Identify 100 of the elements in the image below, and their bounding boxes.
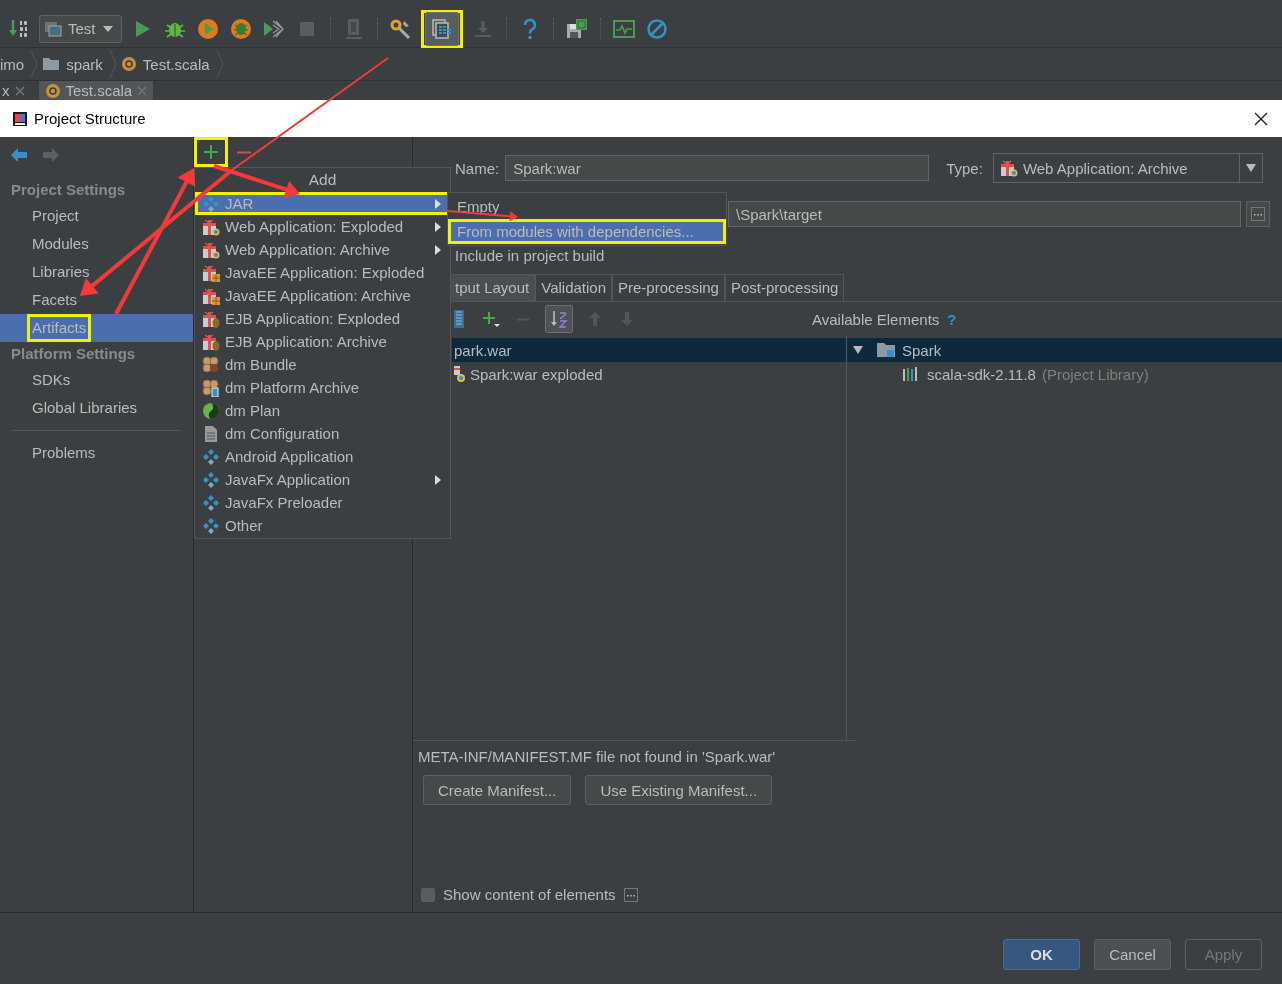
menu-item[interactable]: EJB Application: Exploded xyxy=(195,307,450,330)
chevron-icon xyxy=(30,49,39,79)
sort-button[interactable] xyxy=(545,305,573,333)
help-icon xyxy=(521,17,538,40)
library-icon xyxy=(902,366,920,382)
bundle-icon xyxy=(202,378,220,397)
checkbox[interactable] xyxy=(421,887,435,902)
gift-icon xyxy=(452,365,466,383)
tab[interactable]: Validation xyxy=(535,274,612,301)
sidebar-item[interactable]: Global Libraries xyxy=(0,394,193,422)
wrench-icon xyxy=(389,17,412,40)
sidebar-item[interactable]: SDKs xyxy=(0,366,193,394)
add-button[interactable] xyxy=(194,137,228,167)
breadcrumb[interactable]: spark xyxy=(38,49,109,79)
chevron-icon xyxy=(215,49,224,79)
browse-button[interactable] xyxy=(1246,201,1270,227)
panel-label: Available Elements xyxy=(812,310,940,328)
caret-icon xyxy=(101,24,114,33)
gift-icon xyxy=(999,159,1018,177)
section-heading: Project Settings xyxy=(10,180,127,200)
field-label: Type: xyxy=(946,159,983,177)
manifest-button[interactable]: Use Existing Manifest... xyxy=(585,775,773,805)
diamonds-icon xyxy=(203,517,219,534)
dialog-button[interactable]: Cancel xyxy=(1094,939,1171,970)
breadcrumb[interactable]: Test.scala xyxy=(116,49,216,79)
back-arrow-icon[interactable] xyxy=(10,147,28,163)
menu-item[interactable]: JavaFx Application xyxy=(195,468,450,491)
expand-arrow-icon[interactable] xyxy=(852,344,864,356)
menu-item[interactable]: EJB Application: Archive xyxy=(195,330,450,353)
up-arrow-icon xyxy=(588,311,602,327)
scala-file-icon xyxy=(44,83,61,99)
menu-item[interactable]: dm Bundle xyxy=(195,353,450,376)
monitor-icon xyxy=(612,18,635,39)
document-icon xyxy=(204,424,218,443)
sidebar-item[interactable]: Project xyxy=(0,202,193,230)
tree-row[interactable]: Spark:war exploded xyxy=(452,362,846,386)
sidebar-item[interactable]: Libraries xyxy=(0,258,193,286)
editor-tab[interactable]: x xyxy=(0,81,39,100)
editor-tab[interactable]: Test.scala xyxy=(38,81,154,100)
gift-icon xyxy=(202,263,220,282)
sidebar-item[interactable]: Facets xyxy=(0,286,193,314)
project-structure-icon xyxy=(424,11,459,46)
dialog-button[interactable]: OK xyxy=(1003,939,1080,970)
menu-item[interactable]: Other xyxy=(195,514,450,537)
tree-row[interactable]: Spark xyxy=(847,338,1282,362)
help-mark[interactable]: ? xyxy=(947,310,957,328)
download-icon xyxy=(472,18,493,39)
expand-arrow-icon xyxy=(1244,162,1257,174)
menu-item[interactable]: JavaFx Preloader xyxy=(195,491,450,514)
menu-item[interactable]: dm Plan xyxy=(195,399,450,422)
output-directory-field[interactable]: \Spark\target xyxy=(728,201,1241,227)
diamonds-icon xyxy=(203,448,219,465)
add-icon xyxy=(203,144,219,160)
tree-row[interactable]: scala-sdk-2.11.8 (Project Library) xyxy=(847,362,1282,386)
sidebar-item[interactable]: Modules xyxy=(0,230,193,258)
scala-file-icon xyxy=(120,56,137,72)
sidebar-item[interactable]: Problems xyxy=(0,439,193,467)
coverage-icon xyxy=(196,17,219,40)
name-field[interactable]: Spark:war xyxy=(505,155,930,181)
menu-item[interactable]: Empty xyxy=(448,194,726,219)
folder-icon xyxy=(42,57,61,71)
window-title: Project Structure xyxy=(34,110,147,127)
app-icon xyxy=(12,109,28,128)
run-config-dropdown[interactable]: Test xyxy=(39,14,122,43)
menu-title: Add xyxy=(308,170,337,190)
menu-item[interactable]: JavaEE Application: Exploded xyxy=(195,261,450,284)
no-entry-icon xyxy=(645,17,668,40)
menu-item[interactable]: Android Application xyxy=(195,445,450,468)
tab[interactable]: Pre-processing xyxy=(612,274,725,301)
gift-icon xyxy=(202,217,220,236)
menu-item[interactable]: dm Configuration xyxy=(195,422,450,445)
gift-icon xyxy=(202,309,220,328)
close-icon[interactable] xyxy=(1254,111,1268,126)
tab[interactable]: Post-processing xyxy=(724,274,845,301)
tab[interactable]: tput Layout xyxy=(449,274,536,301)
menu-item[interactable]: Web Application: Archive xyxy=(195,238,450,261)
remove-icon xyxy=(236,150,252,154)
diamonds-icon xyxy=(203,494,219,511)
menu-item[interactable]: Web Application: Exploded xyxy=(195,215,450,238)
more-icon[interactable] xyxy=(623,887,638,902)
field-label: Name: xyxy=(455,159,500,177)
type-dropdown[interactable]: Web Application: Archive xyxy=(992,153,1263,183)
sort-icon xyxy=(550,309,568,329)
forward-arrow-icon[interactable] xyxy=(42,147,60,163)
checkbox-label: Include in project build xyxy=(455,246,605,266)
tree-row[interactable]: park.war xyxy=(452,338,846,362)
diamonds-icon xyxy=(203,195,219,212)
down-arrow-icon xyxy=(620,311,634,327)
archive-icon xyxy=(453,309,465,329)
section-heading: Platform Settings xyxy=(10,344,137,364)
bundle-icon xyxy=(202,355,220,374)
chevron-icon xyxy=(108,49,117,79)
toolbar-button[interactable] xyxy=(420,9,463,48)
add-icon xyxy=(482,310,500,328)
breadcrumb[interactable]: imo xyxy=(0,49,31,79)
checkbox-label: Show content of elements xyxy=(443,886,616,903)
device-icon xyxy=(343,17,364,40)
menu-item[interactable]: JavaEE Application: Archive xyxy=(195,284,450,307)
menu-item[interactable]: dm Platform Archive xyxy=(195,376,450,399)
manifest-button[interactable]: Create Manifest... xyxy=(423,775,572,805)
